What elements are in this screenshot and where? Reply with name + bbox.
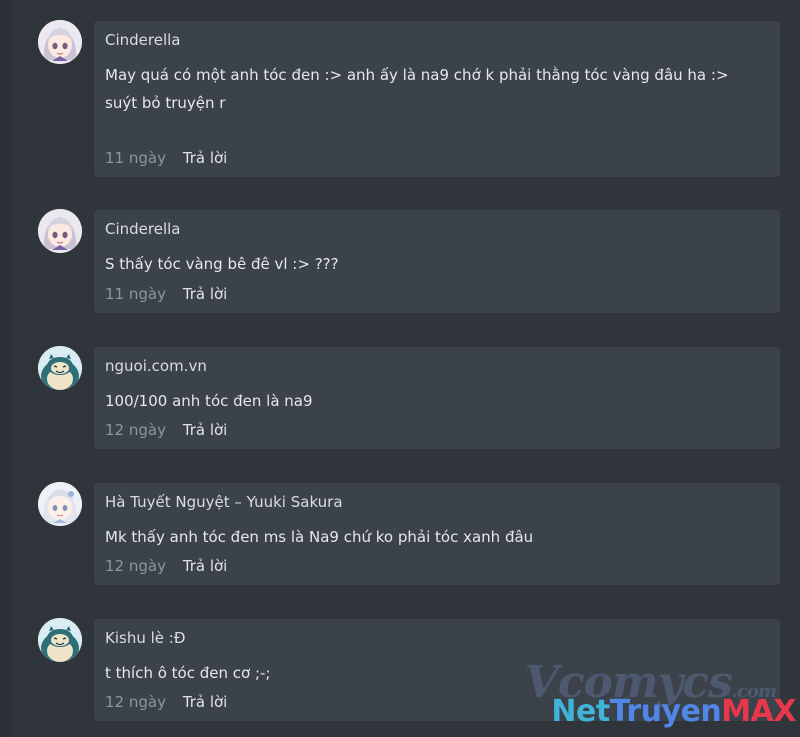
anime-girl-avatar-icon[interactable]: [38, 209, 82, 253]
comment-bubble: Hà Tuyết Nguyệt – Yuuki Sakura Mk thấy a…: [94, 483, 780, 585]
comment-text: May quá có một anh tóc đen :> anh ấy là …: [105, 66, 729, 112]
comment-bubble: Cinderella S thấy tóc vàng bê đê vl :> ?…: [94, 210, 780, 313]
left-rail: [0, 0, 12, 737]
site-watermark: Vcomycs.com NetTruyenMAX: [496, 653, 797, 733]
comment-bubble: nguoi.com.vn 100/100 anh tóc đen là na9 …: [94, 347, 780, 449]
comment-author[interactable]: Hà Tuyết Nguyệt – Yuuki Sakura: [105, 493, 343, 511]
comment-text: Mk thấy anh tóc đen ms là Na9 chứ ko phả…: [105, 528, 534, 546]
snorlax-avatar-icon[interactable]: [38, 618, 82, 662]
comment-author[interactable]: Cinderella: [105, 31, 181, 49]
comment-meta: 11 ngày Trả lời: [105, 285, 227, 303]
reply-button[interactable]: Trả lời: [183, 693, 228, 711]
comment-meta: 11 ngày Trả lời: [105, 149, 227, 167]
anime-girl-avatar-icon[interactable]: [38, 20, 82, 64]
reply-button[interactable]: Trả lời: [183, 149, 228, 167]
comment-author[interactable]: nguoi.com.vn: [105, 357, 207, 375]
reply-button[interactable]: Trả lời: [183, 421, 228, 439]
comment-author[interactable]: Kishu lè :Đ: [105, 629, 185, 647]
comment-meta: 12 ngày Trả lời: [105, 557, 227, 575]
comment-time: 11 ngày: [105, 285, 166, 303]
comment-meta: 12 ngày Trả lời: [105, 693, 227, 711]
comment-author[interactable]: Cinderella: [105, 220, 181, 238]
reply-button[interactable]: Trả lời: [183, 285, 228, 303]
comment-meta: 12 ngày Trả lời: [105, 421, 227, 439]
reply-button[interactable]: Trả lời: [183, 557, 228, 575]
watermark-brand-logo: NetTruyenMAX: [551, 694, 796, 729]
comment-bubble: Cinderella May quá có một anh tóc đen :>…: [94, 21, 780, 177]
snorlax-avatar-icon[interactable]: [38, 346, 82, 390]
comment-time: 12 ngày: [105, 693, 166, 711]
comment-time: 12 ngày: [105, 421, 166, 439]
comment-time: 12 ngày: [105, 557, 166, 575]
comments-page: Cinderella May quá có một anh tóc đen :>…: [0, 0, 800, 737]
comment-time: 11 ngày: [105, 149, 166, 167]
comment-text: 100/100 anh tóc đen là na9: [105, 392, 313, 410]
comment-text: S thấy tóc vàng bê đê vl :> ???: [105, 255, 339, 273]
anime-girl-avatar-icon[interactable]: [38, 482, 82, 526]
